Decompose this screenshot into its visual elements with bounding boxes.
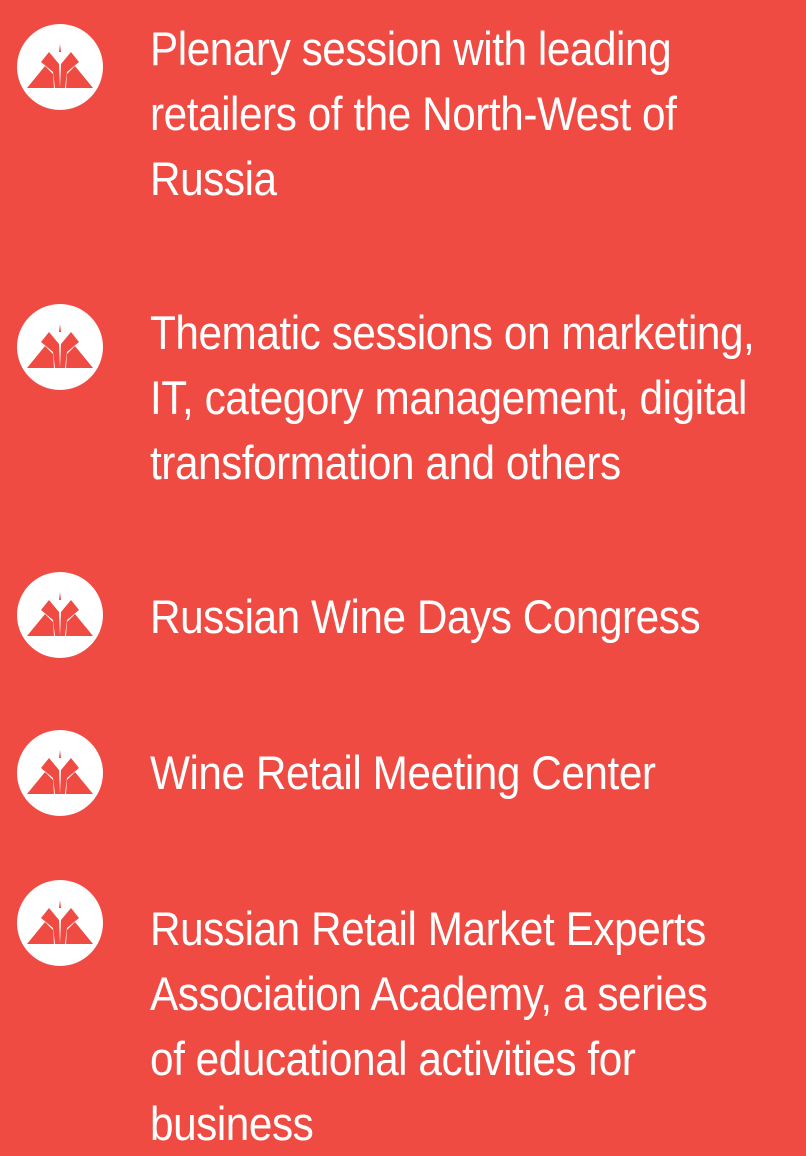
feature-text: Russian Retail Market Experts Associatio… (150, 902, 708, 1150)
feature-text: Thematic sessions on marketing, IT, cate… (150, 306, 755, 489)
feature-list: Plenary session with leading retailers o… (0, 0, 806, 1150)
event-logo-icon (15, 22, 105, 112)
feature-text: Russian Wine Days Congress (150, 590, 701, 643)
event-logo-icon (15, 302, 105, 392)
feature-text: Wine Retail Meeting Center (150, 746, 656, 799)
event-logo-icon (15, 878, 105, 968)
event-logo-icon (15, 570, 105, 660)
feature-text: Plenary session with leading retailers o… (150, 22, 677, 205)
event-logo-icon (15, 728, 105, 818)
